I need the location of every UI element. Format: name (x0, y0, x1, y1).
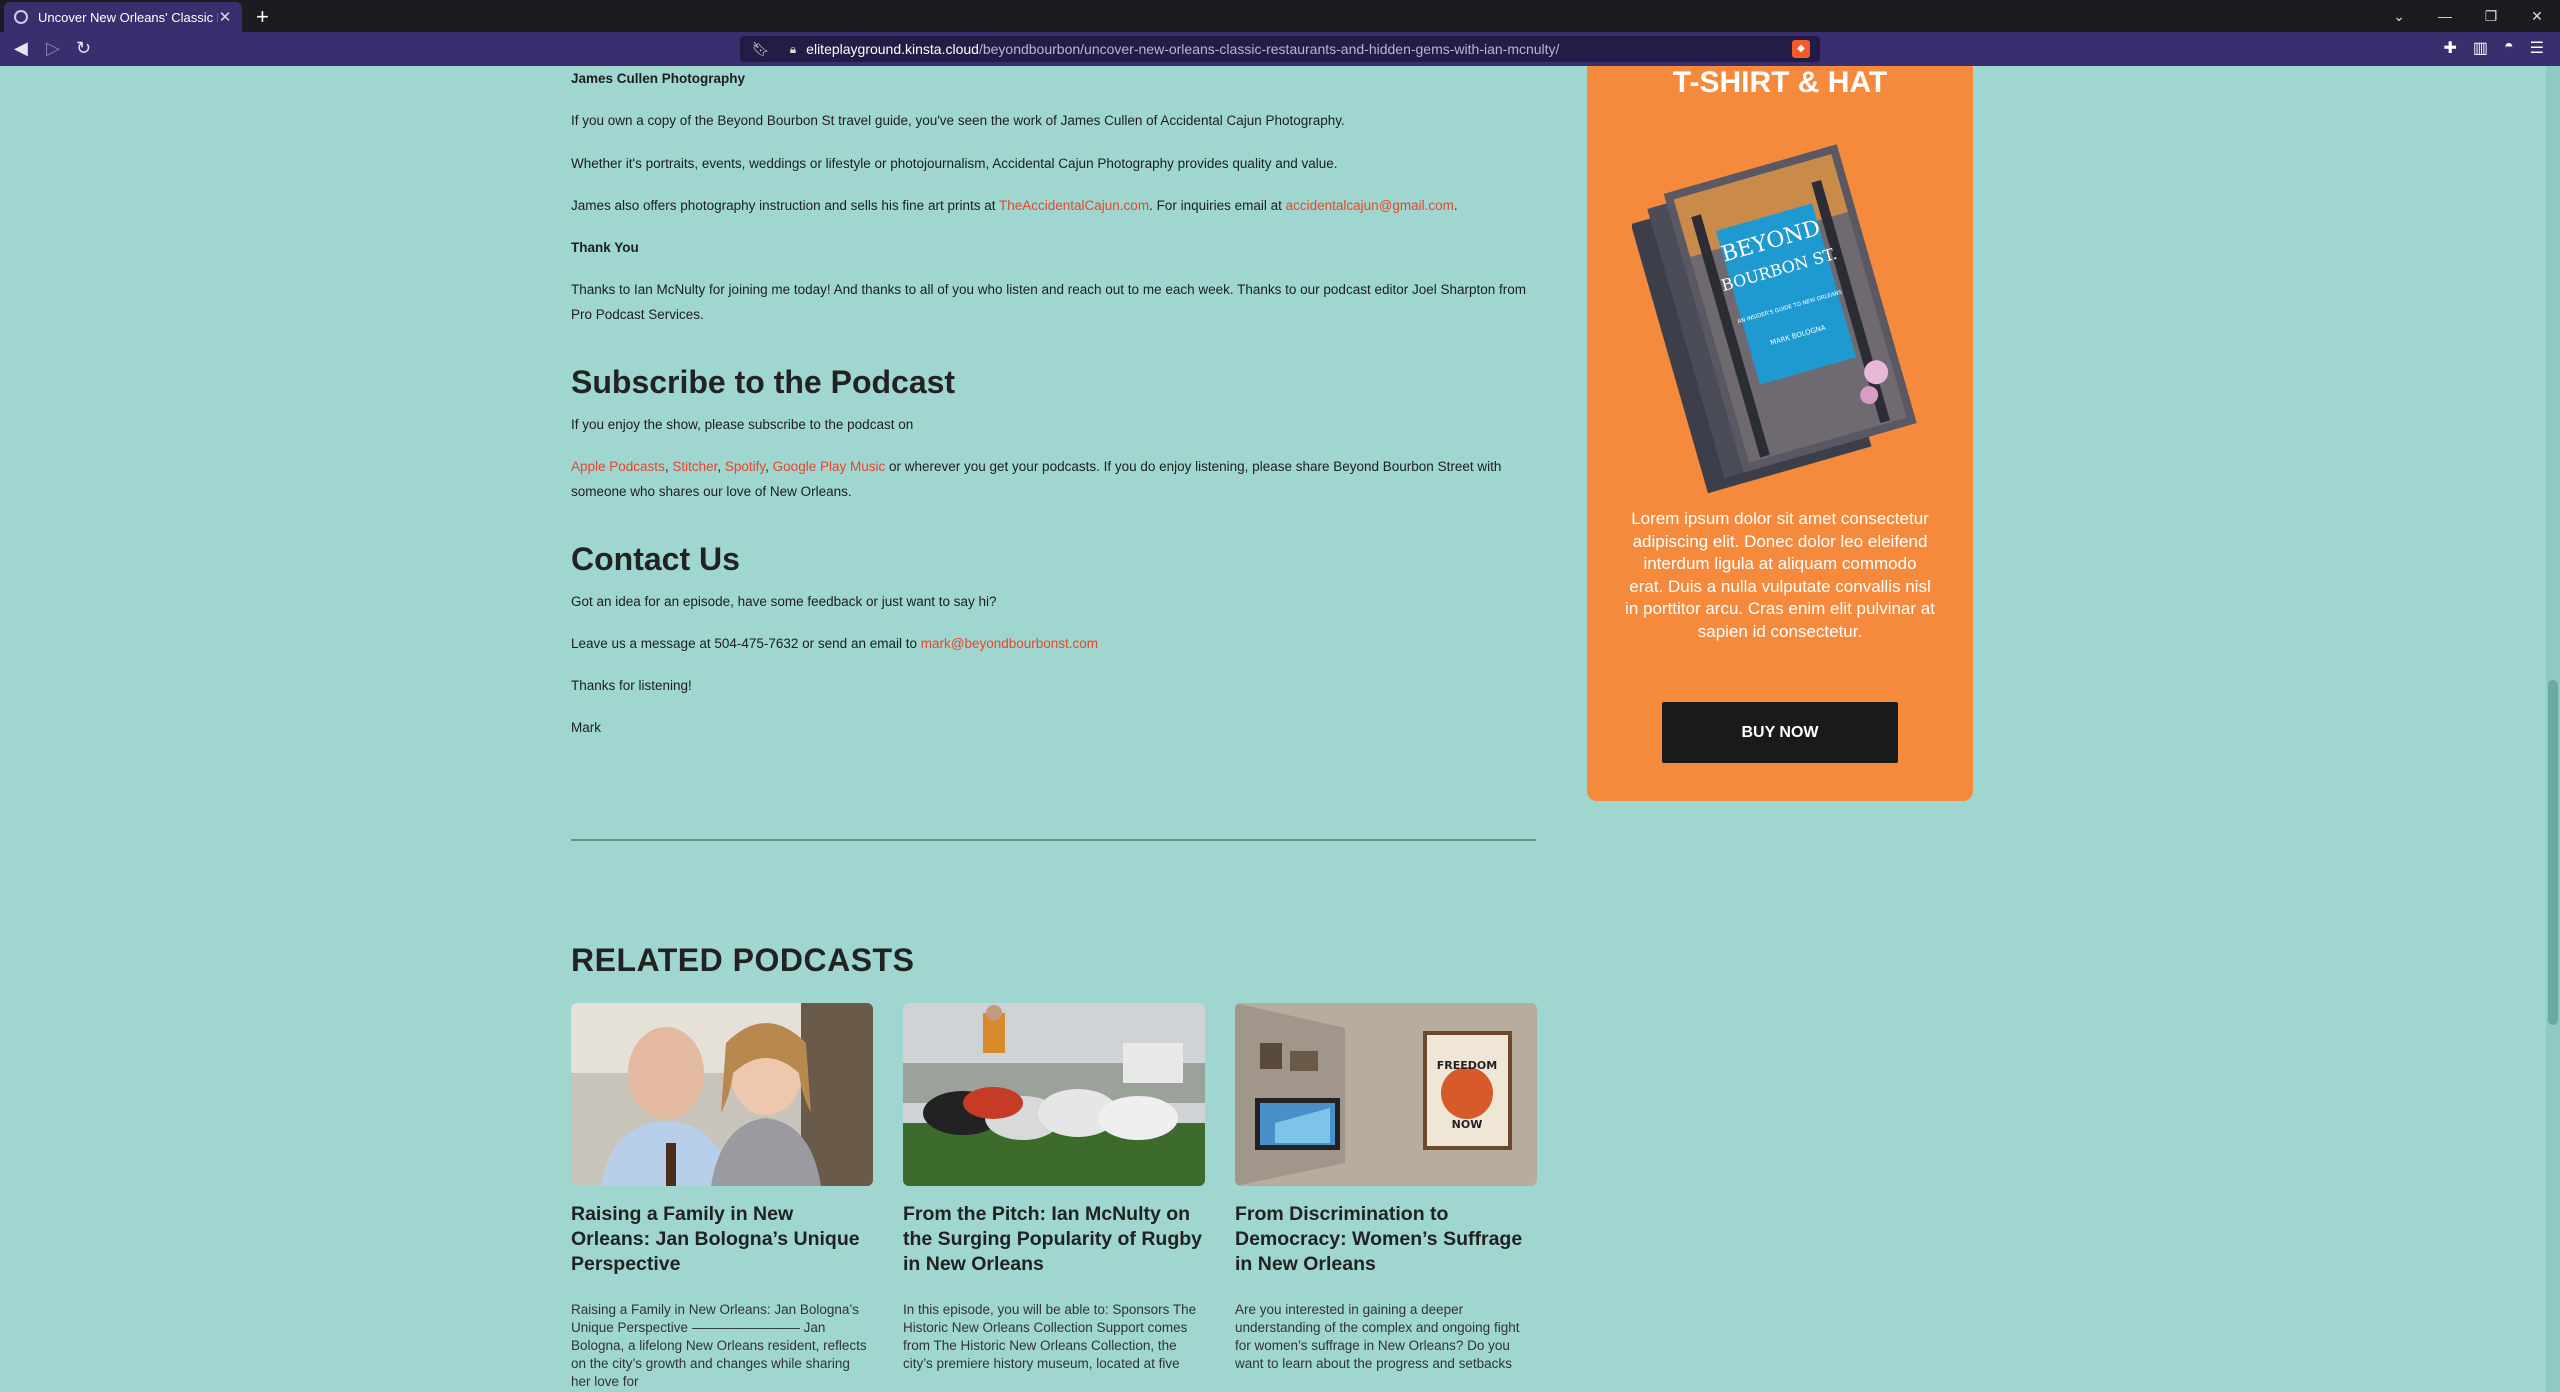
subscribe-paragraph-1: If you enjoy the show, please subscribe … (571, 417, 914, 432)
bookmark-icon[interactable]: 🔖︎ (752, 41, 770, 58)
restore-icon[interactable]: ❐ (2468, 8, 2514, 25)
photographer-text-pre: James also offers photography instructio… (571, 198, 999, 213)
wallet-icon[interactable]: ◓ (2504, 38, 2514, 58)
ad-body-text: Lorem ipsum dolor sit amet consectetur a… (1625, 509, 1935, 641)
spotify-link[interactable]: Spotify (725, 459, 765, 474)
back-icon[interactable]: ◀ (14, 38, 28, 59)
photographer-text-mid: . For inquiries email at (1149, 198, 1286, 213)
related-card-2[interactable]: From the Pitch: Ian McNulty on the Surgi… (903, 1003, 1205, 1373)
scrollbar-thumb[interactable] (2548, 680, 2558, 1025)
browser-tabbar: Uncover New Orleans' Classic Re ✕ + ⌄ — … (0, 0, 2560, 32)
window-controls: ⌄ — ❐ ✕ (2376, 0, 2560, 32)
address-bar[interactable]: 🔖︎ 🔒︎ eliteplayground.kinsta.cloud /beyo… (740, 36, 1820, 62)
photographer-text-end: . (1453, 198, 1458, 213)
related-card-1-title[interactable]: Raising a Family in New Orleans: Jan Bol… (571, 1202, 873, 1277)
poster-text-line-2: NOW (1452, 1118, 1483, 1131)
subscribe-heading: Subscribe to the Podcast (571, 364, 956, 400)
related-card-1-image[interactable] (571, 1003, 873, 1186)
thanks-heading: Thank You (571, 240, 639, 255)
related-card-1-excerpt: Raising a Family in New Orleans: Jan Bol… (571, 1302, 867, 1389)
google-play-music-link[interactable]: Google Play Music (773, 459, 886, 474)
close-window-icon[interactable]: ✕ (2514, 8, 2560, 25)
buy-now-button[interactable]: BUY NOW (1662, 702, 1898, 763)
minimize-icon[interactable]: — (2422, 8, 2468, 24)
photographer-paragraph-3: James also offers photography instructio… (571, 193, 1536, 218)
reload-icon[interactable]: ↻ (76, 38, 91, 59)
accidental-cajun-link[interactable]: TheAccidentalCajun.com (999, 198, 1149, 213)
photographer-paragraph-2: Whether it's portraits, events, weddings… (571, 156, 1338, 171)
lock-icon[interactable]: 🔒︎ (790, 42, 796, 57)
accidental-cajun-email-link[interactable]: accidentalcajun@gmail.com (1286, 198, 1454, 213)
section-divider (571, 839, 1536, 841)
tab-close-icon[interactable]: ✕ (218, 8, 232, 26)
stitcher-link[interactable]: Stitcher (672, 459, 717, 474)
sidebar-icon[interactable]: ▥ (2473, 38, 2488, 58)
subscribe-paragraph-2: Apple Podcasts, Stitcher, Spotify, Googl… (571, 459, 1502, 499)
tab-title: Uncover New Orleans' Classic Re (38, 9, 218, 25)
thanks-paragraph: Thanks to Ian McNulty for joining me tod… (571, 282, 1527, 322)
new-tab-icon[interactable]: + (256, 4, 269, 30)
menu-icon[interactable]: ☰ (2530, 38, 2544, 58)
photographer-paragraph-1: If you own a copy of the Beyond Bourbon … (571, 113, 1345, 128)
tab-list-icon[interactable]: ⌄ (2376, 8, 2422, 25)
browser-navbar: ◀ ▷ ↻ 🔖︎ 🔒︎ eliteplayground.kinsta.cloud… (0, 32, 2560, 66)
photographer-heading: James Cullen Photography (571, 71, 746, 86)
contact-paragraph-1: Got an idea for an episode, have some fe… (571, 594, 997, 609)
related-card-1[interactable]: Raising a Family in New Orleans: Jan Bol… (571, 1003, 873, 1391)
tab-favicon-icon (14, 10, 28, 24)
contact-text-pre: Leave us a message at 504-475-7632 or se… (571, 636, 921, 651)
related-card-3-image[interactable]: FREEDOM NOW (1235, 1003, 1537, 1186)
ad-title: T-SHIRT & HAT (1672, 66, 1888, 99)
brave-shield-icon[interactable]: ◆ (1792, 40, 1810, 58)
contact-email-link[interactable]: mark@beyondbourbonst.com (921, 636, 1098, 651)
sidebar-ad: T-SHIRT & HAT BEYOND BOURBON ST. AN INSI… (1587, 66, 1973, 801)
related-card-2-image[interactable] (903, 1003, 1205, 1186)
related-card-3[interactable]: FREEDOM NOW From Discrimination to Democ… (1235, 1003, 1537, 1373)
related-card-3-excerpt: Are you interested in gaining a deeper u… (1235, 1302, 1520, 1371)
extensions-icon[interactable]: ✚ (2443, 38, 2456, 58)
poster-text-line-1: FREEDOM (1437, 1059, 1497, 1072)
forward-icon[interactable]: ▷ (46, 38, 60, 59)
url-host: eliteplayground.kinsta.cloud (806, 41, 979, 57)
browser-tab-active[interactable]: Uncover New Orleans' Classic Re ✕ (4, 2, 242, 32)
contact-paragraph-2: Leave us a message at 504-475-7632 or se… (571, 631, 1536, 656)
url-path: /beyondbourbon/uncover-new-orleans-class… (978, 41, 1560, 57)
browser-toolbar-right: ✚ ▥ ◓ ☰ (2443, 38, 2544, 58)
related-podcasts-heading: RELATED PODCASTS (571, 942, 915, 978)
related-card-2-excerpt: In this episode, you will be able to: Sp… (903, 1302, 1197, 1371)
contact-heading: Contact Us (571, 541, 740, 577)
contact-signature: Mark (571, 720, 601, 735)
related-card-3-title[interactable]: From Discrimination to Democracy: Women’… (1235, 1202, 1537, 1277)
contact-paragraph-3: Thanks for listening! (571, 678, 692, 693)
related-card-2-title[interactable]: From the Pitch: Ian McNulty on the Surgi… (903, 1202, 1205, 1277)
apple-podcasts-link[interactable]: Apple Podcasts (571, 459, 665, 474)
book-cover-image: BEYOND BOURBON ST. AN INSIDER'S GUIDE TO… (1632, 144, 1917, 494)
